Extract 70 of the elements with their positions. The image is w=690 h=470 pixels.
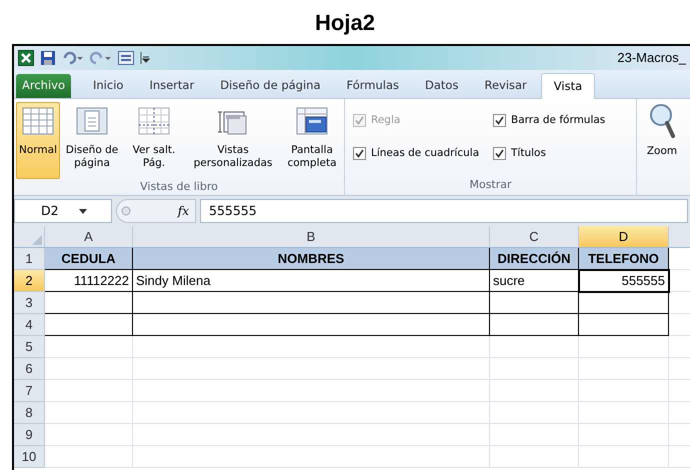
row-header[interactable]: 1 [14, 248, 45, 270]
table-cell[interactable] [579, 314, 669, 336]
row-header[interactable]: 8 [14, 402, 45, 424]
table-cell[interactable]: 555555 [579, 270, 669, 292]
view-button[interactable]: Vistas personalizadas [186, 102, 280, 179]
insert-function-button[interactable]: fx [178, 202, 195, 220]
view-button[interactable]: Ver salt. Pág. [124, 102, 184, 179]
magnifier-icon [648, 103, 676, 139]
row-header[interactable]: 7 [14, 380, 45, 402]
checkbox[interactable] [353, 147, 366, 160]
table-cell[interactable]: TELEFONO [579, 248, 669, 270]
checkbox[interactable] [493, 147, 506, 160]
row-header[interactable]: 3 [14, 292, 45, 314]
table-cell[interactable]: CEDULA [45, 248, 133, 270]
ribbon-tab[interactable]: Datos [413, 74, 470, 98]
view-button[interactable]: Pantalla completa [282, 102, 342, 179]
page-heading: Hoja2 [315, 8, 375, 37]
checkbox[interactable] [493, 114, 506, 128]
form-icon[interactable] [118, 51, 134, 65]
ribbon-tab[interactable]: Inicio [81, 74, 136, 98]
file-tab[interactable]: Archivo [16, 74, 71, 98]
table-cell[interactable] [133, 314, 490, 336]
group-label: Mostrar [468, 176, 513, 192]
name-box[interactable]: D2 [14, 199, 112, 223]
page-break-icon [137, 106, 171, 136]
row-header[interactable]: 4 [14, 314, 45, 336]
table-cell[interactable]: NOMBRES [133, 248, 490, 270]
ribbon-tab[interactable]: Vista [540, 73, 596, 99]
redo-icon[interactable] [90, 51, 112, 65]
formula-input[interactable]: 555555 [200, 199, 688, 223]
ribbon-tab[interactable]: Diseño de página [208, 74, 333, 98]
ribbon-tab[interactable]: Revisar [472, 74, 539, 98]
row-header[interactable]: 2 [14, 270, 45, 292]
ribbon-tab[interactable]: Insertar [137, 74, 206, 98]
ribbon-tab[interactable]: Fórmulas [334, 74, 412, 98]
select-all-icon[interactable] [32, 235, 42, 245]
screen-icon [295, 106, 329, 136]
column-header[interactable]: A [45, 226, 133, 247]
checkbox-label[interactable]: Líneas de cuadrícula [371, 146, 480, 162]
table-cell[interactable]: Sindy Milena [133, 270, 490, 292]
window-title: 23-Macros_ [617, 49, 686, 68]
table-cell[interactable] [45, 292, 133, 314]
save-icon[interactable] [40, 50, 56, 66]
zoom-button[interactable]: Zoom [637, 99, 687, 195]
table-cell[interactable] [579, 292, 669, 314]
dropdown-arrow-icon [78, 208, 87, 214]
resize-handle-icon[interactable] [121, 204, 131, 218]
spreadsheet-logo-icon[interactable] [18, 50, 34, 66]
undo-icon[interactable] [62, 51, 84, 65]
view-button[interactable]: Diseño de página [62, 102, 122, 179]
row-header[interactable]: 5 [14, 336, 45, 358]
row-header[interactable]: 6 [14, 358, 45, 380]
table-cell[interactable]: 11112222 [45, 270, 133, 292]
table-cell[interactable] [490, 292, 579, 314]
checkbox-label[interactable]: Títulos [511, 146, 546, 162]
customize-toolbar-icon[interactable] [140, 51, 150, 65]
view-button[interactable]: Normal [16, 102, 60, 179]
table-cell[interactable]: DIRECCIÓN [490, 248, 579, 270]
table-cell[interactable] [490, 314, 579, 336]
table-cell[interactable]: sucre [490, 270, 579, 292]
row-header[interactable]: 9 [14, 424, 45, 446]
column-header[interactable]: B [133, 226, 490, 247]
page-icon [75, 106, 109, 136]
column-header[interactable]: D [579, 226, 669, 247]
row-header[interactable]: 10 [14, 446, 45, 468]
table-cell[interactable] [45, 314, 133, 336]
group-label: Vistas de libro [139, 179, 219, 195]
checkbox-label[interactable]: Barra de fórmulas [511, 113, 606, 129]
table-cell[interactable] [133, 292, 490, 314]
grid-icon [21, 106, 55, 136]
